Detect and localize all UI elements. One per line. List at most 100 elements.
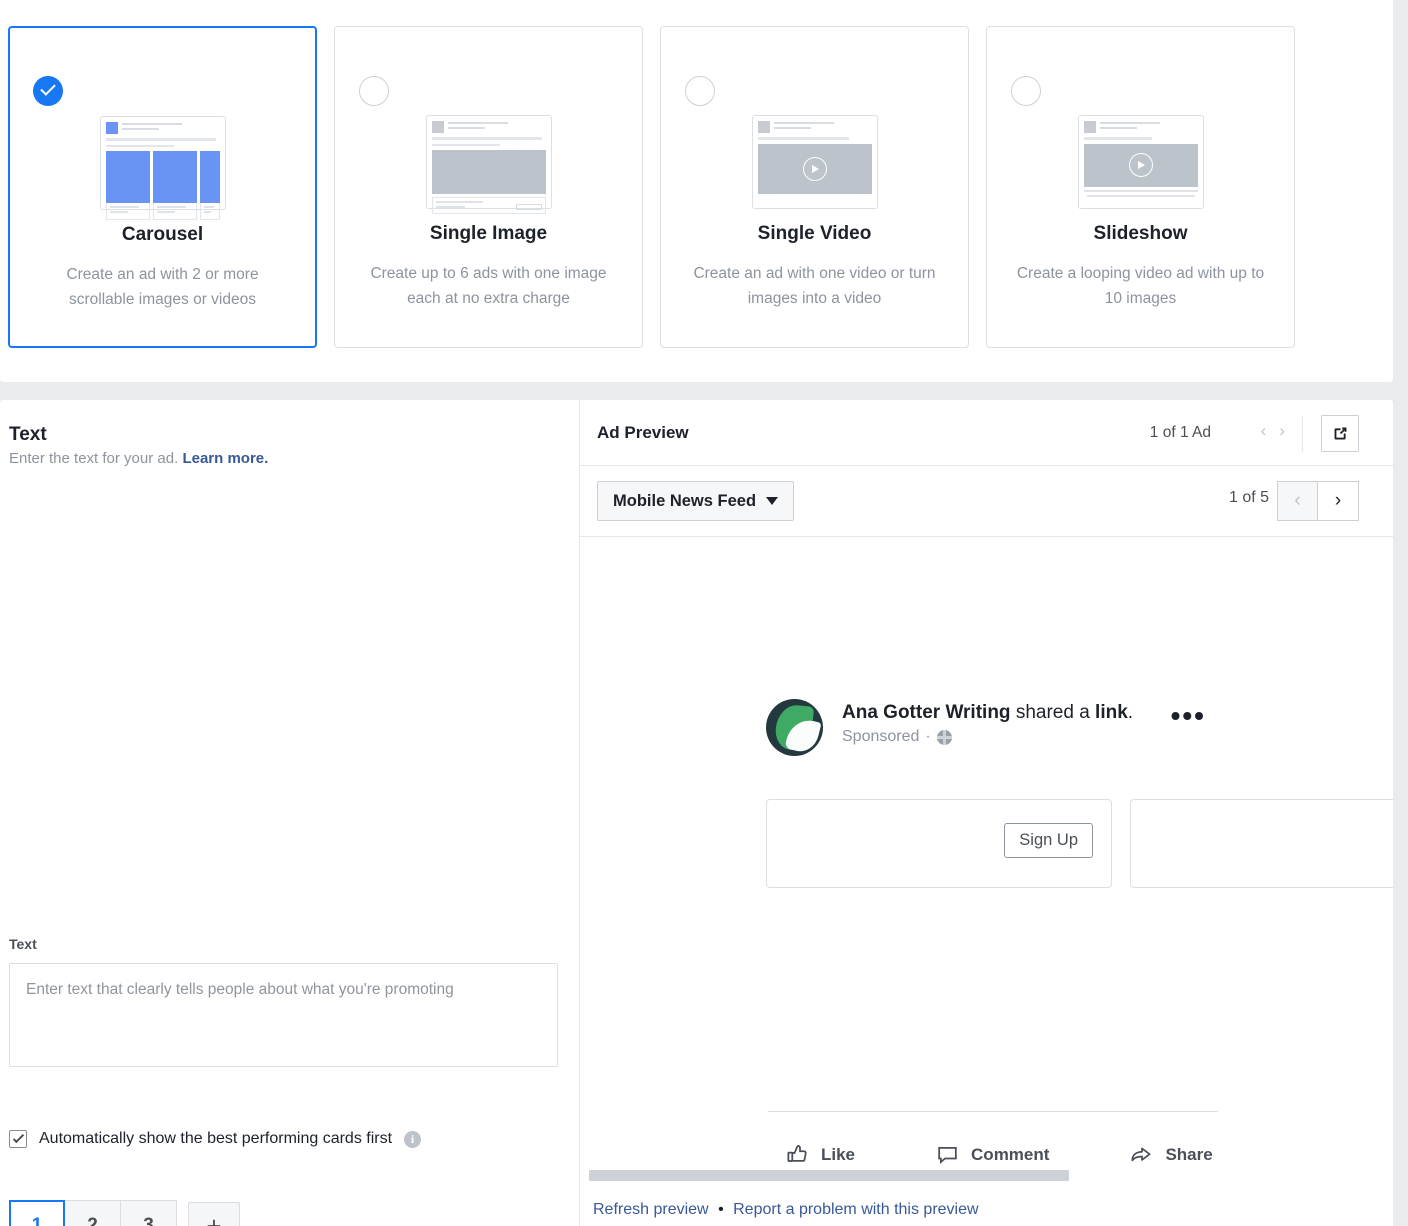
- post-page-name[interactable]: Ana Gotter Writing: [842, 702, 1011, 723]
- single-video-thumb-wrap: [661, 115, 968, 209]
- format-title-slideshow: Slideshow: [1093, 223, 1188, 244]
- format-title-carousel: Carousel: [121, 224, 204, 245]
- page-avatar: [766, 699, 823, 756]
- format-section-heading: Format: [14, 0, 65, 3]
- ad-text-input[interactable]: [9, 963, 558, 1067]
- format-title-single-video: Single Video: [757, 223, 872, 244]
- creative-bottom-row: Text Enter the text for your ad. Learn m…: [0, 400, 1393, 1226]
- comment-bubble-icon: [938, 1146, 957, 1165]
- carousel-thumb-wrap: [10, 116, 315, 220]
- post-sponsored-label: Sponsored: [842, 728, 920, 745]
- single-image-thumb-wrap: [335, 115, 642, 214]
- play-icon: [1128, 153, 1153, 177]
- ad-preview-title: Ad Preview: [597, 422, 689, 442]
- thumbs-up-icon: [787, 1145, 807, 1162]
- like-label: Like: [821, 1144, 856, 1164]
- format-radio-single-image[interactable]: [359, 76, 389, 106]
- ellipsis-icon[interactable]: •••: [1171, 702, 1206, 730]
- text-section-heading: Text: [9, 424, 47, 445]
- format-desc-carousel: Create an ad with 2 or more scrollable i…: [66, 266, 259, 308]
- add-card-button[interactable]: +: [188, 1202, 240, 1226]
- placement-next-button[interactable]: ›: [1318, 481, 1359, 521]
- card-tab-1[interactable]: 1: [9, 1200, 65, 1226]
- ads-manager-creative-page: Format: [0, 0, 1408, 1226]
- format-radio-slideshow[interactable]: [1011, 76, 1041, 106]
- ad-preview-count: 1 of 1 Ad: [1149, 424, 1211, 441]
- text-section-subtitle-text: Enter the text for your ad.: [9, 450, 179, 467]
- placement-page-count: 1 of 5: [1228, 489, 1269, 506]
- format-desc-single-image: Create up to 6 ads with one image each a…: [370, 265, 607, 307]
- comment-action[interactable]: Comment: [935, 1142, 1049, 1167]
- ad-preview-column: Ad Preview 1 of 1 Ad ‹ › Mobile News Fee…: [580, 400, 1393, 1226]
- text-section-subtitle: Enter the text for your ad. Learn more.: [9, 450, 268, 467]
- globe-icon: [936, 729, 952, 745]
- card-tabs: 1 2 3 +: [9, 1200, 240, 1226]
- format-option-carousel[interactable]: Carousel Create an ad with 2 or more scr…: [8, 26, 317, 348]
- single-image-thumb: [425, 115, 552, 214]
- placement-prev-button[interactable]: ‹: [1277, 481, 1318, 521]
- external-link-icon: [1334, 427, 1346, 440]
- carousel-thumb: [99, 116, 226, 220]
- header-divider: [1302, 416, 1303, 452]
- open-preview-popout-button[interactable]: [1321, 415, 1359, 452]
- post-sponsored-row: Sponsored ·: [842, 728, 1226, 746]
- report-problem-link[interactable]: Report a problem with this preview: [733, 1201, 978, 1218]
- preview-carousel-cards[interactable]: Sign Up: [766, 799, 1393, 888]
- format-radio-carousel[interactable]: [33, 76, 63, 106]
- slideshow-thumb-wrap: [987, 115, 1294, 209]
- thumb-video-area: [1083, 143, 1198, 187]
- post-action-bold: link: [1095, 702, 1128, 723]
- post-action-end: .: [1127, 702, 1134, 723]
- placement-select-value: Mobile News Feed: [613, 491, 757, 510]
- post-actions-row: Like Comment Share: [785, 1142, 1213, 1167]
- preview-post-header: Ana Gotter Writing shared a link. Sponso…: [766, 699, 1226, 756]
- format-desc-slideshow: Create a looping video ad with up to 10 …: [1016, 265, 1265, 307]
- info-icon[interactable]: i: [404, 1130, 422, 1148]
- auto-best-cards-row[interactable]: Automatically show the best performing c…: [9, 1130, 422, 1148]
- ad-preview-nav: ‹ ›: [1261, 421, 1285, 441]
- refresh-preview-link[interactable]: Refresh preview: [593, 1201, 709, 1218]
- format-desc-single-video: Create an ad with one video or turn imag…: [693, 265, 936, 307]
- play-icon: [802, 156, 827, 181]
- ad-preview-header: Ad Preview 1 of 1 Ad ‹ ›: [580, 400, 1393, 466]
- preview-horizontal-scrollbar[interactable]: [589, 1170, 1069, 1181]
- thumb-video-area: [757, 143, 872, 194]
- format-options-grid: Carousel Create an ad with 2 or more scr…: [8, 26, 1295, 348]
- text-and-cards-column: Text Enter the text for your ad. Learn m…: [0, 400, 580, 1226]
- share-arrow-icon: [1131, 1147, 1151, 1162]
- text-learn-more-link[interactable]: Learn more.: [182, 450, 268, 467]
- like-action[interactable]: Like: [785, 1142, 855, 1167]
- preview-footer: Refresh preview • Report a problem with …: [593, 1201, 979, 1219]
- footer-separator: •: [718, 1201, 724, 1218]
- single-video-thumb: [751, 115, 878, 209]
- preview-card-1[interactable]: Sign Up: [766, 799, 1112, 888]
- placement-pager: ‹ ›: [1277, 481, 1359, 521]
- post-sponsored-separator: ·: [925, 728, 931, 745]
- post-actions-divider: [768, 1111, 1218, 1112]
- post-byline: Ana Gotter Writing shared a link.: [842, 699, 1226, 726]
- preview-card-2[interactable]: [1130, 799, 1393, 888]
- chevron-down-icon: [766, 497, 779, 505]
- share-action[interactable]: Share: [1129, 1142, 1213, 1167]
- post-action-text: shared a: [1010, 702, 1096, 723]
- slideshow-thumb: [1077, 115, 1204, 209]
- auto-best-cards-checkbox[interactable]: [9, 1130, 27, 1148]
- ad-prev-chevron-icon[interactable]: ‹: [1261, 421, 1267, 441]
- ad-next-chevron-icon[interactable]: ›: [1279, 421, 1285, 441]
- card-tab-2[interactable]: 2: [65, 1200, 121, 1226]
- format-option-single-image[interactable]: Single Image Create up to 6 ads with one…: [334, 26, 643, 348]
- preview-cta-button[interactable]: Sign Up: [1004, 823, 1093, 858]
- format-panel: Format: [0, 0, 1393, 382]
- share-label: Share: [1165, 1144, 1213, 1164]
- format-option-slideshow[interactable]: Slideshow Create a looping video ad with…: [986, 26, 1295, 348]
- ad-preview-toolbar: Mobile News Feed 1 of 5 ‹ ›: [580, 466, 1393, 537]
- auto-best-cards-label: Automatically show the best performing c…: [39, 1130, 393, 1147]
- card-tab-3[interactable]: 3: [121, 1200, 177, 1226]
- post-meta: Ana Gotter Writing shared a link. Sponso…: [842, 699, 1226, 756]
- format-radio-single-video[interactable]: [685, 76, 715, 106]
- format-option-single-video[interactable]: Single Video Create an ad with one video…: [660, 26, 969, 348]
- ad-preview-body: Ana Gotter Writing shared a link. Sponso…: [580, 537, 1393, 1225]
- text-field-label: Text: [9, 936, 37, 952]
- placement-select[interactable]: Mobile News Feed: [597, 481, 795, 521]
- format-title-single-image: Single Image: [429, 223, 548, 244]
